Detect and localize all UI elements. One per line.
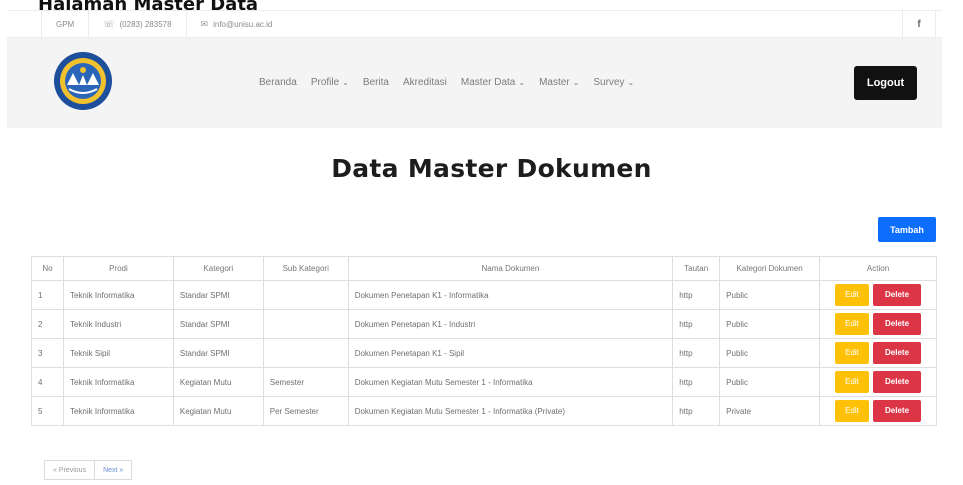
chevron-down-icon: ⌄ bbox=[518, 78, 526, 87]
main-navbar: Beranda Profile ⌄ Berita Akreditasi Maste… bbox=[7, 38, 942, 128]
nav-item-survey[interactable]: Survey ⌄ bbox=[593, 77, 634, 88]
cell-nama-dokumen: Dokumen Kegiatan Mutu Semester 1 - Infor… bbox=[347, 396, 674, 426]
chevron-down-icon: ⌄ bbox=[627, 78, 635, 87]
edit-button[interactable]: Edit bbox=[835, 400, 870, 422]
table-row: 5 Teknik Informatika Kegiatan Mutu Per S… bbox=[31, 396, 937, 426]
cell-kategori: Kegiatan Mutu bbox=[172, 396, 264, 426]
nav-menu: Beranda Profile ⌄ Berita Akreditasi Maste… bbox=[259, 77, 648, 88]
cell-action: Edit Delete bbox=[819, 338, 937, 368]
documents-table: No Prodi Kategori Sub Kategori Nama Doku… bbox=[31, 256, 937, 426]
chevron-down-icon: ⌄ bbox=[572, 78, 580, 87]
cell-prodi: Teknik Industri bbox=[62, 309, 174, 339]
edit-button[interactable]: Edit bbox=[835, 342, 870, 364]
nav-item-beranda[interactable]: Beranda bbox=[259, 77, 297, 88]
table-row: 2 Teknik Industri Standar SPMI Dokumen P… bbox=[31, 309, 937, 339]
column-header: Prodi bbox=[62, 256, 174, 281]
cell-tautan[interactable]: http bbox=[672, 367, 721, 397]
delete-button[interactable]: Delete bbox=[873, 313, 922, 335]
cell-action: Edit Delete bbox=[819, 309, 937, 339]
delete-button[interactable]: Delete bbox=[873, 400, 922, 422]
table-row: 4 Teknik Informatika Kegiatan Mutu Semes… bbox=[31, 367, 937, 397]
column-header: Sub Kategori bbox=[262, 256, 349, 281]
email-icon: ✉ bbox=[200, 18, 209, 29]
column-header: Nama Dokumen bbox=[347, 256, 674, 281]
top-info-bar: GPM ☏ (0283) 283578 ✉ info@unisu.ac.id f bbox=[7, 10, 942, 38]
previous-page-button[interactable]: « Previous bbox=[44, 460, 96, 480]
nav-item-berita[interactable]: Berita bbox=[363, 77, 389, 88]
edit-button[interactable]: Edit bbox=[835, 313, 870, 335]
nav-item-master-data[interactable]: Master Data ⌄ bbox=[461, 77, 525, 88]
cell-no: 3 bbox=[31, 338, 64, 368]
cell-tautan[interactable]: http bbox=[672, 280, 721, 310]
page-title: Data Master Dokumen bbox=[331, 154, 652, 183]
cell-kategori-dokumen: Public bbox=[719, 280, 821, 310]
table-row: 3 Teknik Sipil Standar SPMI Dokumen Pene… bbox=[31, 338, 937, 368]
email-text: info@unisu.ac.id bbox=[213, 19, 273, 29]
nav-item-master[interactable]: Master ⌄ bbox=[539, 77, 579, 88]
cell-prodi: Teknik Sipil bbox=[62, 338, 174, 368]
column-header: Action bbox=[819, 256, 937, 281]
add-button[interactable]: Tambah bbox=[878, 217, 936, 242]
column-header: No bbox=[31, 256, 64, 281]
delete-button[interactable]: Delete bbox=[873, 284, 922, 306]
cell-kategori: Standar SPMI bbox=[172, 309, 264, 339]
next-page-button[interactable]: Next » bbox=[95, 460, 133, 480]
nav-item-akreditasi[interactable]: Akreditasi bbox=[403, 77, 447, 88]
university-logo[interactable] bbox=[53, 51, 113, 111]
nav-item-profile[interactable]: Profile ⌄ bbox=[311, 77, 349, 88]
cell-nama-dokumen: Dokumen Kegiatan Mutu Semester 1 - Infor… bbox=[347, 367, 674, 397]
cell-sub-kategori bbox=[262, 338, 349, 368]
cell-no: 2 bbox=[31, 309, 64, 339]
cell-sub-kategori bbox=[262, 309, 349, 339]
table-row: 1 Teknik Informatika Standar SPMI Dokume… bbox=[31, 280, 937, 310]
cell-kategori-dokumen: Public bbox=[719, 338, 821, 368]
cell-nama-dokumen: Dokumen Penetapan K1 - Industri bbox=[347, 309, 674, 339]
delete-button[interactable]: Delete bbox=[873, 342, 922, 364]
edit-button[interactable]: Edit bbox=[835, 371, 870, 393]
cell-prodi: Teknik Informatika bbox=[62, 396, 174, 426]
column-header: Kategori bbox=[172, 256, 264, 281]
cell-kategori: Standar SPMI bbox=[172, 338, 264, 368]
cell-no: 5 bbox=[31, 396, 64, 426]
cell-kategori: Kegiatan Mutu bbox=[172, 367, 264, 397]
pagination: « Previous Next » bbox=[44, 460, 133, 480]
logout-button[interactable]: Logout bbox=[854, 66, 917, 100]
table-header-row: No Prodi Kategori Sub Kategori Nama Doku… bbox=[31, 256, 937, 281]
cell-tautan[interactable]: http bbox=[672, 396, 721, 426]
cell-sub-kategori: Semester bbox=[262, 367, 349, 397]
cell-no: 4 bbox=[31, 367, 64, 397]
cell-nama-dokumen: Dokumen Penetapan K1 - Sipil bbox=[347, 338, 674, 368]
cell-tautan[interactable]: http bbox=[672, 309, 721, 339]
phone-icon: ☏ bbox=[103, 18, 115, 29]
cell-kategori-dokumen: Private bbox=[719, 396, 821, 426]
phone-text: (0283) 283578 bbox=[119, 19, 172, 29]
chevron-down-icon: ⌄ bbox=[342, 78, 349, 87]
cell-action: Edit Delete bbox=[819, 396, 937, 426]
email-contact[interactable]: ✉ info@unisu.ac.id bbox=[185, 11, 287, 37]
cell-sub-kategori bbox=[262, 280, 349, 310]
column-header: Kategori Dokumen bbox=[719, 256, 821, 281]
cell-nama-dokumen: Dokumen Penetapan K1 - Informatika bbox=[347, 280, 674, 310]
org-label: GPM bbox=[41, 11, 88, 37]
cell-tautan[interactable]: http bbox=[672, 338, 721, 368]
edit-button[interactable]: Edit bbox=[835, 284, 870, 306]
cell-prodi: Teknik Informatika bbox=[62, 367, 174, 397]
column-header: Tautan bbox=[672, 256, 721, 281]
cell-prodi: Teknik Informatika bbox=[62, 280, 174, 310]
cell-sub-kategori: Per Semester bbox=[262, 396, 349, 426]
cell-kategori: Standar SPMI bbox=[172, 280, 264, 310]
delete-button[interactable]: Delete bbox=[873, 371, 922, 393]
cell-kategori-dokumen: Public bbox=[719, 309, 821, 339]
cell-action: Edit Delete bbox=[819, 367, 937, 397]
cell-no: 1 bbox=[31, 280, 64, 310]
phone-contact[interactable]: ☏ (0283) 283578 bbox=[88, 11, 185, 37]
facebook-icon[interactable]: f bbox=[902, 11, 936, 37]
cell-kategori-dokumen: Public bbox=[719, 367, 821, 397]
cell-action: Edit Delete bbox=[819, 280, 937, 310]
